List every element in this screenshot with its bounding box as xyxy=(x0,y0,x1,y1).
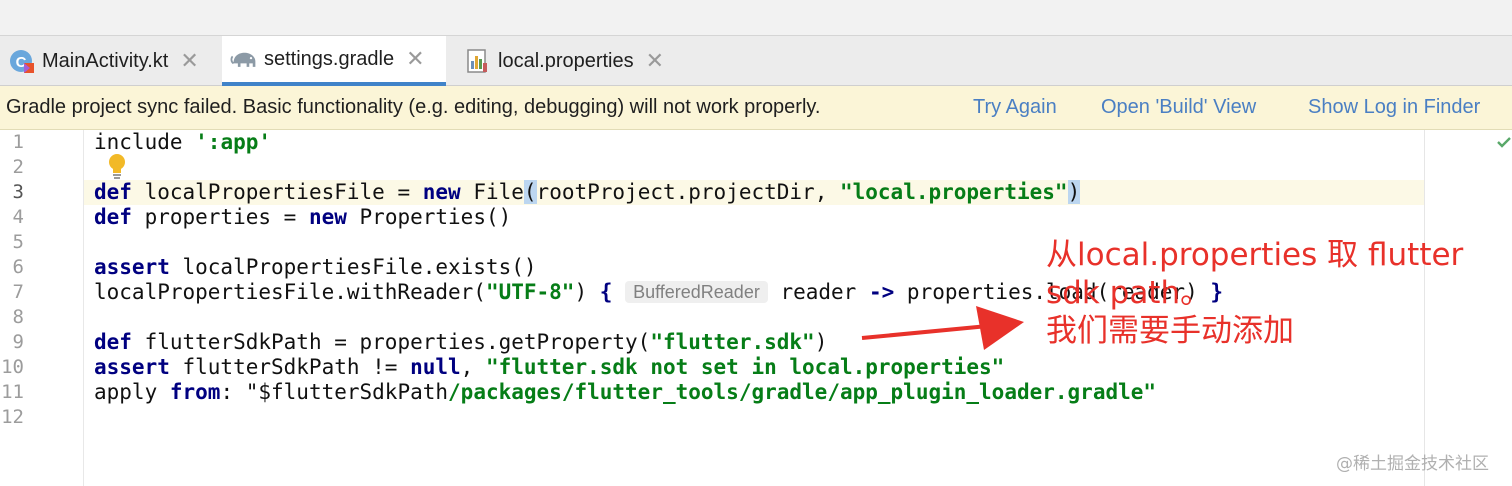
line-number: 10 xyxy=(1,356,24,378)
line-number: 8 xyxy=(12,306,24,328)
annotation-text: 从local.properties 取 flutter sdk path。 我们… xyxy=(1046,236,1486,350)
code-line: apply from: "$flutterSdkPath/packages/fl… xyxy=(94,380,1157,404)
tab-label: local.properties xyxy=(498,49,634,72)
checkmark-icon[interactable] xyxy=(1496,134,1512,150)
code-line: assert localPropertiesFile.exists() xyxy=(94,255,537,279)
line-number: 12 xyxy=(1,406,24,428)
kotlin-activity-icon: C xyxy=(8,47,36,75)
line-number: 1 xyxy=(12,131,24,153)
annotation-line: sdk path。 xyxy=(1046,275,1212,311)
line-number: 5 xyxy=(12,231,24,253)
tab-label: settings.gradle xyxy=(264,47,395,70)
line-number: 2 xyxy=(12,156,24,178)
code-line: def properties = new Properties() xyxy=(94,205,512,229)
tab-mainactivity[interactable]: C MainActivity.kt ✕ xyxy=(0,36,214,86)
code-line: def localPropertiesFile = new File(rootP… xyxy=(94,180,1081,204)
tab-local-properties[interactable]: local.properties ✕ xyxy=(456,36,686,86)
line-number: 3 xyxy=(12,181,24,203)
banner-message: Gradle project sync failed. Basic functi… xyxy=(6,96,821,118)
gradle-elephant-icon xyxy=(230,45,258,73)
code-line: include ':app' xyxy=(94,130,272,154)
close-icon[interactable]: ✕ xyxy=(180,50,198,72)
tab-label: MainActivity.kt xyxy=(42,49,169,72)
code-line: assert flutterSdkPath != null, "flutter.… xyxy=(94,355,1005,379)
editor-tab-bar: C MainActivity.kt ✕ settings.gradle ✕ lo… xyxy=(0,36,1512,86)
properties-file-icon xyxy=(464,47,492,75)
code-line: def flutterSdkPath = properties.getPrope… xyxy=(94,330,828,354)
tab-settings-gradle[interactable]: settings.gradle ✕ xyxy=(222,36,446,86)
line-number: 7 xyxy=(12,281,24,303)
window-title-strip xyxy=(0,0,1512,36)
line-number: 4 xyxy=(12,206,24,228)
annotation-line: 我们需要手动添加 xyxy=(1046,313,1294,349)
watermark: @稀土掘金技术社区 xyxy=(1336,454,1489,474)
line-number: 11 xyxy=(1,381,24,403)
parameter-type-hint: BufferedReader xyxy=(625,281,768,303)
line-number: 6 xyxy=(12,256,24,278)
line-number: 9 xyxy=(12,331,24,353)
try-again-link[interactable]: Try Again xyxy=(973,96,1057,119)
open-build-view-link[interactable]: Open 'Build' View xyxy=(1101,96,1256,119)
close-icon[interactable]: ✕ xyxy=(646,50,664,72)
sync-failed-banner: Gradle project sync failed. Basic functi… xyxy=(0,86,1512,130)
line-number-gutter: 1 2 3 4 5 6 7 8 9 10 11 12 xyxy=(0,130,84,486)
red-arrow-annotation xyxy=(861,306,1024,350)
annotation-line: 从local.properties 取 flutter xyxy=(1046,237,1464,273)
close-icon[interactable]: ✕ xyxy=(406,48,424,70)
show-log-in-finder-link[interactable]: Show Log in Finder xyxy=(1308,96,1480,119)
